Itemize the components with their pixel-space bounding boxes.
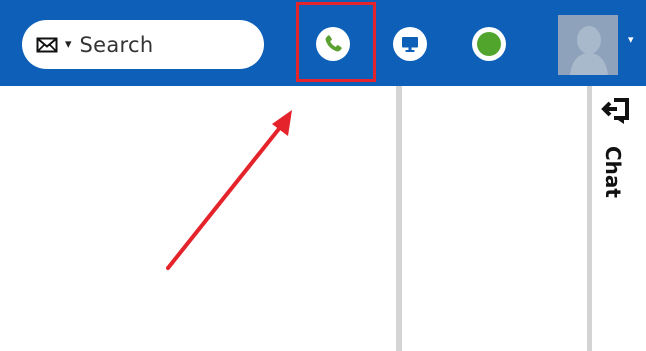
monitor-icon (402, 37, 418, 52)
pane-divider[interactable] (396, 86, 402, 351)
screen-share-button[interactable] (393, 27, 427, 61)
chat-rail[interactable]: Chat (592, 86, 646, 351)
search-placeholder: Search (79, 32, 154, 57)
chat-label: Chat (601, 146, 625, 198)
status-dot-icon (477, 32, 501, 56)
search-box[interactable]: ▾ Search (22, 20, 264, 69)
app-window: ▾ Search ▾ Chat (0, 0, 646, 351)
avatar[interactable] (558, 15, 618, 75)
top-toolbar: ▾ Search ▾ (0, 0, 646, 86)
mail-icon[interactable] (36, 37, 58, 53)
avatar-silhouette-icon (558, 15, 618, 75)
popout-arrow-icon[interactable] (600, 94, 634, 128)
profile-menu-caret-icon[interactable]: ▾ (628, 34, 634, 45)
status-button[interactable] (472, 27, 506, 61)
search-scope-caret-icon[interactable]: ▾ (65, 38, 72, 51)
call-button-highlight (296, 2, 376, 82)
